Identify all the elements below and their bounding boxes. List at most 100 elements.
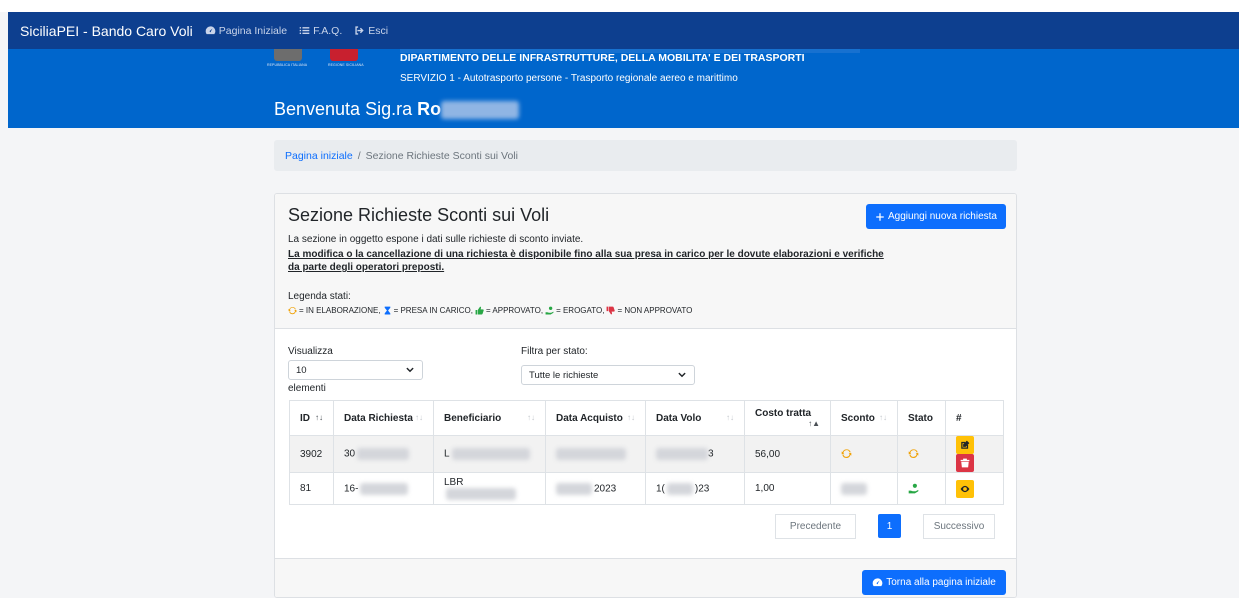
col-sconto[interactable]: Sconto ↑↓: [830, 400, 898, 436]
requests-card: Sezione Richieste Sconti sui Voli Aggiun…: [274, 193, 1017, 598]
edit-icon: [961, 440, 970, 449]
top-strip: [0, 0, 1239, 12]
col-costo-tratta[interactable]: Costo tratta ↑▲: [744, 400, 831, 436]
cell-data-acquisto: [545, 435, 646, 473]
legend-text: = EROGATO,: [556, 306, 605, 315]
hand-coin-icon: [908, 483, 919, 494]
status-filter-select[interactable]: Tutte le richieste: [521, 365, 695, 385]
redacted-name: [441, 101, 520, 120]
cell-sconto: [830, 472, 898, 505]
dashboard-icon: [205, 26, 216, 35]
chevron-down-icon: [678, 372, 686, 378]
nav-link-logout[interactable]: Esci: [354, 25, 388, 37]
redacted-value: [357, 448, 410, 460]
logout-icon: [355, 26, 364, 35]
card-notice: La modifica o la cancellazione di una ri…: [288, 249, 884, 273]
sort-icon: ↑↓: [627, 412, 635, 422]
page-size-select[interactable]: 10: [288, 360, 423, 380]
col-beneficiario[interactable]: Beneficiario ↑↓: [433, 400, 546, 436]
cell-data-volo: 3: [645, 435, 745, 473]
thumbs-down-icon: [607, 306, 616, 315]
sort-icon: ↑↓: [726, 412, 734, 422]
page-header: REPUBBLICA ITALIANA REGIONE SICILIANA DI…: [8, 49, 1239, 128]
legend-text: = IN ELABORAZIONE,: [299, 306, 381, 315]
table-row: 81 16- LBR 2023 1()23 1,00: [289, 472, 1004, 505]
page-size-label: Visualizza: [288, 346, 333, 357]
card-footer: Torna alla pagina iniziale: [275, 558, 1016, 597]
pagination-current[interactable]: 1: [878, 514, 901, 538]
status-legend: = IN ELABORAZIONE, = PRESA IN CARICO, = …: [288, 306, 692, 315]
sync-icon: [841, 449, 852, 459]
requests-table: ID ↑↓ Data Richiesta ↑↓ Beneficiario ↑↓ …: [289, 400, 1004, 505]
nav-link-label: Esci: [368, 24, 389, 37]
view-button[interactable]: [956, 479, 974, 498]
breadcrumb: Pagina iniziale / Sezione Richieste Scon…: [274, 140, 1017, 171]
sync-icon: [908, 449, 919, 459]
nav-link-label: F.A.Q.: [313, 24, 343, 37]
add-request-button[interactable]: Aggiungi nuova richiesta: [866, 204, 1006, 229]
breadcrumb-home[interactable]: Pagina iniziale: [285, 150, 353, 162]
redacted-value: [656, 448, 708, 460]
redacted-value: [360, 482, 409, 495]
col-data-volo[interactable]: Data Volo ↑↓: [645, 400, 745, 436]
sort-icon: ↑↓: [879, 412, 887, 422]
cell-data-acquisto: 2023: [545, 472, 646, 505]
cell-actions: [945, 435, 1004, 473]
cell-costo: 56,00: [744, 435, 831, 473]
thumbs-up-icon: [475, 306, 484, 315]
cell-beneficiario: L: [433, 435, 546, 473]
redacted-value: [841, 482, 867, 495]
hand-coin-icon: [545, 306, 554, 315]
col-data-richiesta[interactable]: Data Richiesta ↑↓: [333, 400, 434, 436]
delete-button[interactable]: [956, 454, 974, 472]
user-name: Ro: [417, 99, 442, 119]
cell-beneficiario: LBR: [433, 472, 546, 505]
nav-link-faq[interactable]: F.A.Q.: [299, 25, 342, 37]
cell-stato: [897, 435, 946, 473]
nav-link-label: Pagina Iniziale: [218, 24, 288, 37]
redacted-value: [556, 448, 626, 460]
sort-asc-icon: ↑▲: [808, 419, 820, 428]
cell-data-richiesta: 30: [333, 435, 434, 473]
redacted-value: [666, 482, 693, 495]
col-id[interactable]: ID ↑↓: [289, 400, 334, 436]
add-request-label: Aggiungi nuova richiesta: [888, 211, 997, 222]
page-size-value: 10: [296, 364, 307, 376]
cropped-line: [400, 49, 860, 53]
breadcrumb-current: Sezione Richieste Sconti sui Voli: [365, 149, 518, 162]
breadcrumb-separator: /: [357, 149, 361, 162]
sort-icon: ↑↓: [415, 412, 423, 422]
nav-link-home[interactable]: Pagina Iniziale: [205, 25, 287, 37]
eye-icon: [960, 485, 970, 492]
navbar: SiciliaPEI - Bando Caro Voli Pagina Iniz…: [8, 12, 1239, 49]
back-home-button[interactable]: Torna alla pagina iniziale: [862, 570, 1006, 595]
pagination-prev[interactable]: Precedente: [775, 514, 856, 539]
sync-icon: [288, 307, 297, 315]
cell-sconto: [830, 435, 898, 473]
sort-icon: ↑↓: [527, 412, 535, 422]
brand[interactable]: SiciliaPEI - Bando Caro Voli: [20, 23, 193, 39]
cell-data-richiesta: 16-: [333, 472, 434, 505]
dashboard-icon: [872, 578, 883, 587]
cell-data-volo: 1()23: [645, 472, 745, 505]
card-description: La sezione in oggetto espone i dati sull…: [288, 234, 584, 245]
trash-icon: [960, 458, 970, 468]
plus-icon: [876, 212, 884, 221]
status-filter-value: Tutte le richieste: [529, 369, 599, 381]
pagination-next[interactable]: Successivo: [923, 514, 995, 539]
col-data-acquisto[interactable]: Data Acquisto ↑↓: [545, 400, 646, 436]
cell-stato: [897, 472, 946, 505]
table-row: 3902 30 L 3 56,00: [289, 435, 1004, 473]
redacted-value: [556, 482, 592, 495]
col-actions: #: [945, 400, 1004, 436]
legend-title: Legenda stati:: [288, 291, 351, 302]
redacted-value: [451, 448, 530, 460]
sort-desc-icon: ↑↓: [315, 412, 323, 422]
logo-caption: REPUBBLICA ITALIANA: [267, 63, 308, 67]
legend-text: = APPROVATO,: [485, 306, 544, 315]
hourglass-icon: [384, 306, 390, 315]
legend-text: = PRESA IN CARICO,: [393, 306, 473, 315]
redacted-value: [446, 488, 516, 500]
edit-button[interactable]: [956, 436, 974, 454]
department-title: DIPARTIMENTO DELLE INFRASTRUTTURE, DELLA…: [400, 52, 805, 64]
